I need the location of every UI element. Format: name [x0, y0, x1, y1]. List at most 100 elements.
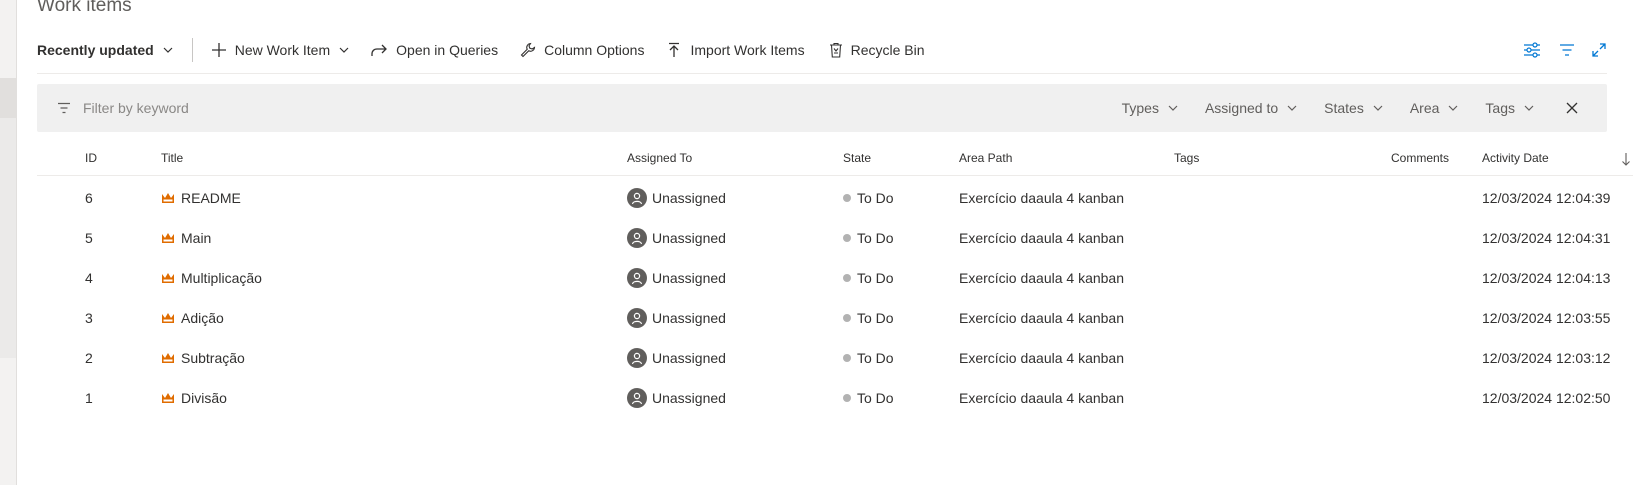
toolbar-divider: [191, 38, 193, 62]
row-title-text[interactable]: Divisão: [181, 378, 227, 418]
row-id: 6: [85, 190, 93, 206]
unassigned-avatar-icon: [627, 228, 647, 248]
row-assigned-text: Unassigned: [652, 350, 726, 366]
row-area-path: Exercício daaula 4 kanban: [959, 230, 1124, 246]
recycle-bin-button[interactable]: Recycle Bin: [829, 42, 925, 58]
work-items-list: 6 README Unassigned To Do Exercício daau…: [37, 178, 1633, 418]
toolbar-separator: [37, 73, 1607, 74]
column-header-tags[interactable]: Tags: [1174, 140, 1199, 176]
column-header-comments[interactable]: Comments: [1391, 140, 1449, 176]
states-filter-dropdown[interactable]: States: [1324, 100, 1384, 116]
tags-filter-dropdown[interactable]: Tags: [1485, 100, 1535, 116]
row-id: 1: [85, 390, 93, 406]
column-header-id[interactable]: ID: [85, 140, 97, 176]
sort-descending-icon[interactable]: [1621, 152, 1631, 166]
view-controls: [1507, 38, 1607, 62]
row-activity-date: 12/03/2024 12:03:55: [1482, 310, 1611, 326]
column-header-activity-date[interactable]: Activity Date: [1482, 140, 1549, 176]
row-title-text[interactable]: README: [181, 178, 241, 218]
table-row[interactable]: 6 README Unassigned To Do Exercício daau…: [37, 178, 1633, 218]
table-row[interactable]: 3 Adição Unassigned To Do Exercício daau…: [37, 298, 1633, 338]
recently-updated-dropdown[interactable]: Recently updated: [37, 42, 174, 58]
recycle-bin-label: Recycle Bin: [850, 42, 925, 58]
page-title: Work items: [37, 0, 132, 16]
open-in-queries-button[interactable]: Open in Queries: [370, 42, 498, 58]
unassigned-avatar-icon: [627, 348, 647, 368]
row-title-text[interactable]: Multiplicação: [181, 258, 262, 298]
tags-filter-label: Tags: [1485, 100, 1515, 116]
row-title[interactable]: Divisão: [161, 378, 227, 418]
new-work-item-button[interactable]: New Work Item: [211, 42, 350, 58]
close-filter-icon[interactable]: [1565, 101, 1579, 115]
states-filter-label: States: [1324, 100, 1364, 116]
row-assigned-text: Unassigned: [652, 310, 726, 326]
crown-icon: [162, 273, 174, 283]
row-title-text[interactable]: Subtração: [181, 338, 245, 378]
unassigned-avatar-icon: [627, 388, 647, 408]
row-state: To Do: [843, 178, 894, 218]
row-id: 3: [85, 310, 93, 326]
row-assigned-to: Unassigned: [627, 378, 726, 418]
table-row[interactable]: 1 Divisão Unassigned To Do Exercício daa…: [37, 378, 1633, 418]
row-assigned-to: Unassigned: [627, 218, 726, 258]
row-title-text[interactable]: Main: [181, 218, 211, 258]
filter-bar: Types Assigned to States Area Tags: [37, 84, 1607, 132]
row-title[interactable]: README: [161, 178, 241, 218]
column-header-assigned-to[interactable]: Assigned To: [627, 140, 692, 176]
fullscreen-icon[interactable]: [1591, 42, 1607, 58]
column-options-label: Column Options: [544, 42, 645, 58]
row-area-path: Exercício daaula 4 kanban: [959, 190, 1124, 206]
chevron-down-icon: [163, 47, 173, 53]
row-area-path: Exercício daaula 4 kanban: [959, 270, 1124, 286]
row-state-text: To Do: [857, 390, 894, 406]
types-filter-dropdown[interactable]: Types: [1122, 100, 1179, 116]
table-row[interactable]: 5 Main Unassigned To Do Exercício daaula…: [37, 218, 1633, 258]
filter-icon: [57, 101, 71, 115]
chevron-down-icon[interactable]: [338, 44, 350, 56]
unassigned-avatar-icon: [627, 308, 647, 328]
row-assigned-to: Unassigned: [627, 178, 726, 218]
crown-icon: [162, 313, 174, 323]
row-state-text: To Do: [857, 270, 894, 286]
unassigned-avatar-icon: [627, 268, 647, 288]
row-activity-date: 12/03/2024 12:04:39: [1482, 190, 1611, 206]
row-state: To Do: [843, 338, 894, 378]
nav-rail-selected-item[interactable]: [0, 78, 16, 118]
chevron-down-icon: [1448, 105, 1458, 111]
table-row[interactable]: 4 Multiplicação Unassigned To Do Exercíc…: [37, 258, 1633, 298]
grid-header: ID Title Assigned To State Area Path Tag…: [37, 140, 1633, 176]
column-options-button[interactable]: Column Options: [520, 42, 644, 58]
area-filter-dropdown[interactable]: Area: [1410, 100, 1460, 116]
row-title[interactable]: Multiplicação: [161, 258, 262, 298]
plus-icon: [211, 43, 226, 57]
state-dot-icon: [843, 394, 851, 402]
column-header-state[interactable]: State: [843, 140, 871, 176]
crown-icon: [162, 393, 174, 403]
row-activity-date: 12/03/2024 12:04:31: [1482, 230, 1611, 246]
row-title[interactable]: Adição: [161, 298, 224, 338]
crown-icon: [162, 193, 174, 203]
state-dot-icon: [843, 274, 851, 282]
filter-keyword-input[interactable]: [83, 100, 683, 116]
import-work-items-label: Import Work Items: [690, 42, 805, 58]
chevron-down-icon: [1168, 105, 1178, 111]
view-options-icon[interactable]: [1523, 42, 1541, 58]
recently-updated-label: Recently updated: [37, 42, 154, 58]
filter-toggle-icon[interactable]: [1559, 42, 1575, 58]
column-header-area-path[interactable]: Area Path: [959, 140, 1012, 176]
table-row[interactable]: 2 Subtração Unassigned To Do Exercício d…: [37, 338, 1633, 378]
row-area-path: Exercício daaula 4 kanban: [959, 390, 1124, 406]
row-id: 5: [85, 230, 93, 246]
chevron-down-icon: [1524, 105, 1534, 111]
row-title[interactable]: Main: [161, 218, 211, 258]
row-assigned-text: Unassigned: [652, 230, 726, 246]
assigned-to-filter-dropdown[interactable]: Assigned to: [1205, 100, 1298, 116]
row-state: To Do: [843, 298, 894, 338]
column-header-title[interactable]: Title: [161, 140, 183, 176]
chevron-down-icon: [1287, 105, 1297, 111]
import-work-items-button[interactable]: Import Work Items: [666, 42, 805, 58]
left-navigation-rail: [0, 0, 17, 485]
row-assigned-to: Unassigned: [627, 258, 726, 298]
row-title[interactable]: Subtração: [161, 338, 245, 378]
row-title-text[interactable]: Adição: [181, 298, 224, 338]
